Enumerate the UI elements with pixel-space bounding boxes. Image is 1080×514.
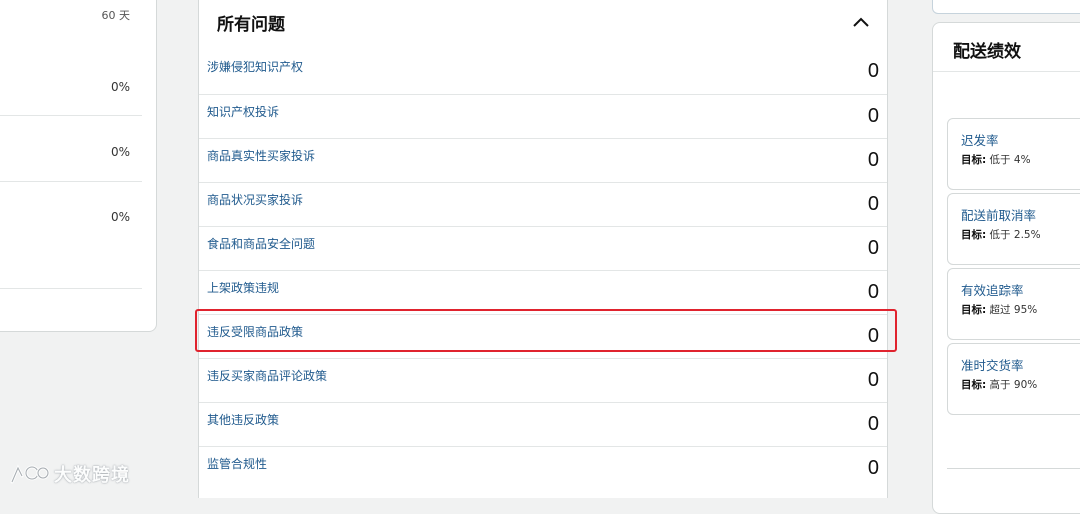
divider [0, 181, 142, 182]
delivery-performance-card: 配送绩效 迟发率 目标: 低于 4% 配送前取消率 目标: 低于 2.5% 有效… [932, 22, 1080, 514]
issue-link[interactable]: 其他违反政策 [207, 411, 279, 428]
metric-on-time-delivery[interactable]: 准时交货率 目标: 高于 90% [947, 343, 1080, 415]
divider [933, 71, 1080, 72]
issue-row-other-policy[interactable]: 其他违反政策 0 [199, 402, 887, 447]
issue-count: 0 [867, 237, 879, 259]
issue-count: 0 [867, 325, 879, 347]
panel-title: 配送绩效 [953, 42, 1021, 62]
issue-link[interactable]: 商品状况买家投诉 [207, 191, 303, 208]
issue-link[interactable]: 食品和商品安全问题 [207, 235, 315, 252]
issue-count: 0 [867, 457, 879, 479]
metric-name[interactable]: 迟发率 [961, 130, 999, 149]
issue-link[interactable]: 违反受限商品政策 [207, 323, 303, 340]
issue-row-review-policy[interactable]: 违反买家商品评论政策 0 [199, 358, 887, 403]
metric-pre-fulfillment-cancel[interactable]: 配送前取消率 目标: 低于 2.5% [947, 193, 1080, 265]
issue-count: 0 [867, 281, 879, 303]
panel-title: 所有问题 [217, 15, 285, 35]
metric-target: 目标: 低于 4% [961, 154, 1031, 166]
metric-name[interactable]: 有效追踪率 [961, 280, 1024, 299]
watermark-logo-icon [10, 464, 50, 484]
chevron-up-icon [853, 17, 869, 27]
issue-row-ip-complaints[interactable]: 知识产权投诉 0 [199, 94, 887, 139]
issue-row-listing-policy[interactable]: 上架政策违规 0 [199, 270, 887, 315]
rate-value: 0% [110, 80, 130, 94]
issue-row-condition[interactable]: 商品状况买家投诉 0 [199, 182, 887, 227]
metric-valid-tracking[interactable]: 有效追踪率 目标: 超过 95% [947, 268, 1080, 340]
issue-link[interactable]: 监管合规性 [207, 455, 267, 472]
issue-count: 0 [867, 413, 879, 435]
issue-link[interactable]: 商品真实性买家投诉 [207, 147, 315, 164]
divider [947, 468, 1080, 469]
rate-value: 0% [110, 145, 130, 159]
all-issues-panel: 所有问题 涉嫌侵犯知识产权 0 知识产权投诉 0 商品真实性买家投诉 0 商品状… [198, 0, 888, 498]
watermark: 大数跨境 [8, 458, 130, 490]
issue-row-authenticity[interactable]: 商品真实性买家投诉 0 [199, 138, 887, 183]
issue-row-regulatory[interactable]: 监管合规性 0 [199, 446, 887, 491]
divider [0, 115, 142, 116]
period-label: 60 天 [101, 9, 131, 22]
issue-row-ip-suspected[interactable]: 涉嫌侵犯知识产权 0 [199, 50, 887, 94]
divider [0, 288, 142, 289]
issue-link[interactable]: 上架政策违规 [207, 279, 279, 296]
metric-target: 目标: 超过 95% [961, 304, 1038, 316]
issue-link[interactable]: 知识产权投诉 [207, 103, 279, 120]
watermark-text: 大数跨境 [54, 465, 130, 486]
issue-count: 0 [867, 369, 879, 391]
account-health-card: 60 天 0% 0% 0% [0, 0, 157, 332]
issue-count: 0 [867, 149, 879, 171]
metric-target: 目标: 低于 2.5% [961, 229, 1041, 241]
rate-value: 0% [110, 210, 130, 224]
metric-late-shipment[interactable]: 迟发率 目标: 低于 4% [947, 118, 1080, 190]
issue-count: 0 [867, 105, 879, 127]
issue-link[interactable]: 违反买家商品评论政策 [207, 367, 327, 384]
card-edge [932, 0, 1080, 14]
issue-row-restricted-products[interactable]: 违反受限商品政策 0 [199, 314, 887, 359]
issue-row-food-safety[interactable]: 食品和商品安全问题 0 [199, 226, 887, 271]
issue-link[interactable]: 涉嫌侵犯知识产权 [207, 58, 303, 75]
issue-count: 0 [867, 60, 879, 82]
metric-target: 目标: 高于 90% [961, 379, 1038, 391]
metric-name[interactable]: 配送前取消率 [961, 205, 1036, 224]
metric-name[interactable]: 准时交货率 [961, 355, 1024, 374]
issue-count: 0 [867, 193, 879, 215]
collapse-button[interactable] [849, 10, 873, 34]
